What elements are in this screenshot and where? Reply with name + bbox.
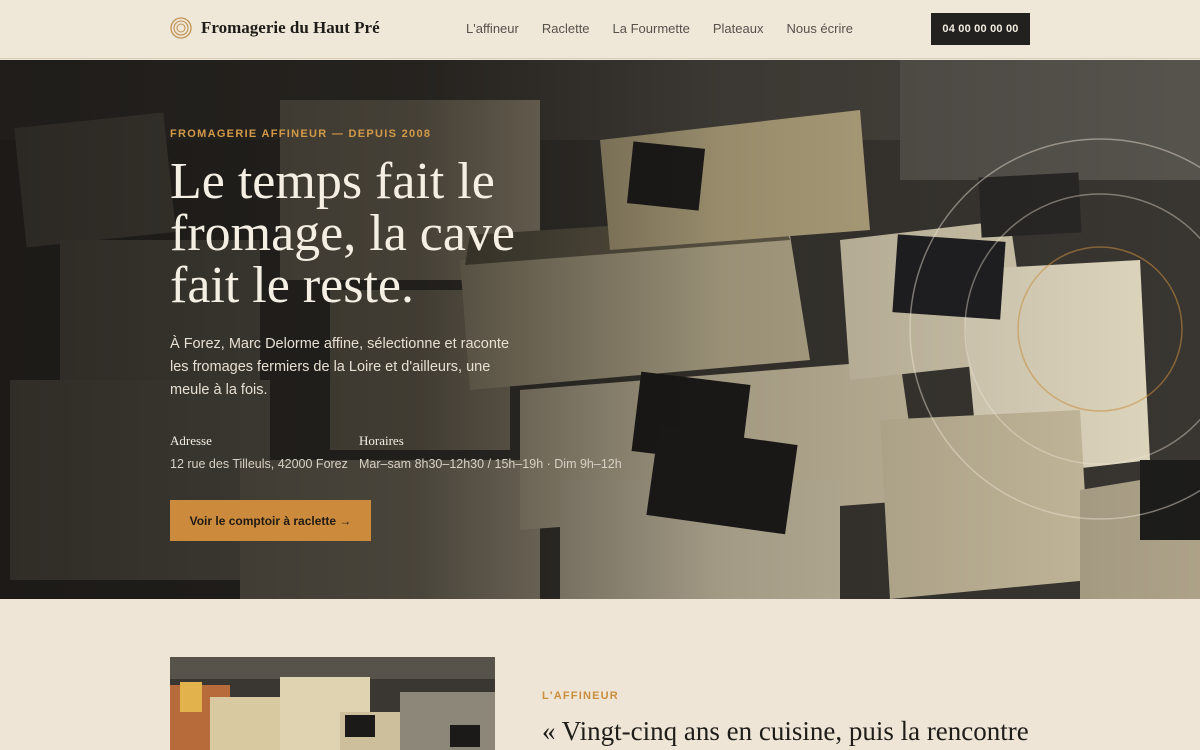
- section-eyebrow: L'AFFINEUR: [542, 690, 619, 702]
- site-header: Fromagerie du Haut Pré L'affineur Raclet…: [0, 0, 1200, 59]
- brand[interactable]: Fromagerie du Haut Pré: [170, 17, 380, 39]
- nav-link-raclette[interactable]: Raclette: [542, 21, 590, 36]
- phone-button[interactable]: 04 00 00 00 00: [931, 13, 1030, 45]
- hero-title: Le temps fait le fromage, la cave fait l…: [170, 153, 516, 314]
- main-nav: L'affineur Raclette La Fourmette Plateau…: [466, 21, 853, 36]
- hero-description: À Forez, Marc Delorme affine, sélectionn…: [170, 336, 510, 398]
- nav-link-fourmette[interactable]: La Fourmette: [613, 21, 690, 36]
- address-block: Adresse 12 rue des Tilleuls, 42000 Forez: [170, 433, 348, 471]
- address-value: 12 rue des Tilleuls, 42000 Forez: [170, 457, 348, 471]
- hours-label: Horaires: [359, 433, 404, 448]
- address-label: Adresse: [170, 433, 212, 448]
- nav-link-affineur[interactable]: L'affineur: [466, 21, 519, 36]
- nav-link-contact[interactable]: Nous écrire: [786, 21, 852, 36]
- section-quote: « Vingt-cinq ans en cuisine, puis la ren…: [542, 716, 1029, 746]
- hours-block: Horaires Mar–sam 8h30–12h30 / 15h–19h · …: [359, 433, 622, 471]
- hero-eyebrow: FROMAGERIE AFFINEUR — DEPUIS 2008: [170, 128, 432, 140]
- raclette-counter-button[interactable]: Voir le comptoir à raclette →: [170, 500, 371, 541]
- brand-name: Fromagerie du Haut Pré: [201, 18, 380, 37]
- hero-section: FROMAGERIE AFFINEUR — DEPUIS 2008 Le tem…: [0, 60, 1200, 599]
- hours-value: Mar–sam 8h30–12h30 / 15h–19h · Dim 9h–12…: [359, 457, 622, 471]
- brand-logo-icon: [170, 17, 192, 39]
- nav-link-plateaux[interactable]: Plateaux: [713, 21, 764, 36]
- affineur-photo: [170, 657, 495, 750]
